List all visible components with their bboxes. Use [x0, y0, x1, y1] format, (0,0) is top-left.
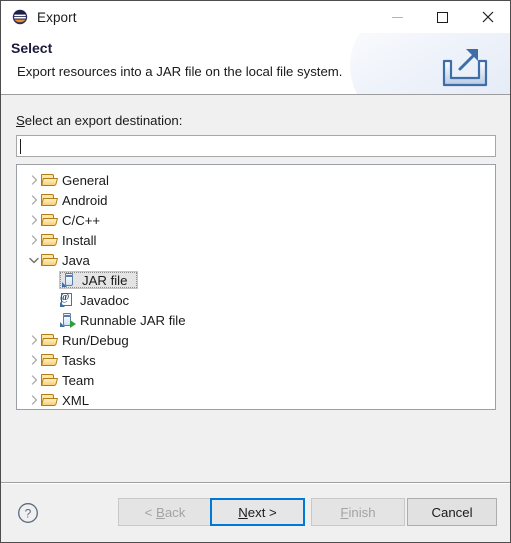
- tree-item-label: XML: [62, 392, 90, 408]
- tree-item-selection: JAR file: [59, 271, 139, 289]
- export-arrow-icon: [430, 41, 496, 91]
- runnable-jar-icon: [59, 312, 77, 328]
- export-destination-tree[interactable]: General Android C/C++ Install Java JAR f…: [16, 164, 496, 410]
- folder-icon: [41, 392, 59, 408]
- folder-icon: [41, 372, 59, 388]
- next-button[interactable]: Next >: [210, 498, 305, 526]
- tree-item-jar-file[interactable]: JAR file: [17, 270, 495, 290]
- tree-item-install[interactable]: Install: [17, 230, 495, 250]
- tree-item-label: Install: [62, 232, 97, 248]
- svg-text:?: ?: [25, 506, 32, 520]
- folder-icon: [41, 192, 59, 208]
- tree-item-label: Runnable JAR file: [80, 312, 186, 328]
- folder-icon: [41, 352, 59, 368]
- folder-icon: [41, 332, 59, 348]
- help-icon[interactable]: ?: [17, 502, 39, 524]
- tree-item-c-cpp[interactable]: C/C++: [17, 210, 495, 230]
- jar-icon: [61, 272, 79, 288]
- window-controls: [375, 1, 510, 33]
- chevron-down-icon[interactable]: [27, 250, 41, 270]
- chevron-right-icon[interactable]: [27, 350, 41, 370]
- tree-item-label: Android: [62, 192, 108, 208]
- tree-item-javadoc[interactable]: @ Javadoc: [17, 290, 495, 310]
- chevron-right-icon[interactable]: [27, 190, 41, 210]
- javadoc-icon: @: [59, 292, 77, 308]
- chevron-right-icon[interactable]: [27, 330, 41, 350]
- tree-item-label: Javadoc: [80, 292, 130, 308]
- chevron-right-icon[interactable]: [27, 390, 41, 409]
- title-bar: Export: [1, 1, 510, 33]
- destination-filter-input[interactable]: [16, 135, 496, 157]
- tree-item-label: Team: [62, 372, 95, 388]
- finish-button[interactable]: Finish: [311, 498, 405, 526]
- finish-button-label: Finish: [340, 504, 376, 520]
- destination-label-mnemonic: S: [16, 113, 25, 128]
- chevron-right-icon[interactable]: [27, 370, 41, 390]
- window-title: Export: [37, 9, 77, 25]
- maximize-icon[interactable]: [420, 1, 465, 33]
- text-caret: [20, 139, 21, 154]
- tree-item-tasks[interactable]: Tasks: [17, 350, 495, 370]
- destination-label-rest: elect an export destination:: [24, 113, 183, 128]
- tree-item-android[interactable]: Android: [17, 190, 495, 210]
- chevron-right-icon[interactable]: [27, 170, 41, 190]
- chevron-right-icon[interactable]: [27, 210, 41, 230]
- tree-item-team[interactable]: Team: [17, 370, 495, 390]
- folder-icon: [41, 172, 59, 188]
- tree-item-label: Run/Debug: [62, 332, 129, 348]
- next-button-label: Next >: [238, 504, 277, 520]
- tree-item-runnable-jar-file[interactable]: Runnable JAR file: [17, 310, 495, 330]
- back-button-label: < Back: [144, 504, 186, 520]
- back-button[interactable]: < Back: [118, 498, 212, 526]
- page-description: Export resources into a JAR file on the …: [17, 64, 343, 79]
- folder-icon: [41, 252, 59, 268]
- folder-icon: [41, 212, 59, 228]
- folder-icon: [41, 232, 59, 248]
- tree-item-general[interactable]: General: [17, 170, 495, 190]
- eclipse-icon: [12, 9, 28, 25]
- dialog-body: Select an export destination: General An…: [1, 95, 510, 483]
- dialog-footer: ? < Back Next > Finish Cancel: [1, 483, 510, 542]
- tree-item-label: JAR file: [82, 272, 128, 288]
- tree-item-label: Tasks: [62, 352, 96, 368]
- tree-item-xml[interactable]: XML: [17, 390, 495, 409]
- chevron-right-icon[interactable]: [27, 230, 41, 250]
- cancel-button-label: Cancel: [431, 504, 473, 520]
- tree-item-run-debug[interactable]: Run/Debug: [17, 330, 495, 350]
- destination-label: Select an export destination:: [16, 113, 182, 128]
- tree-item-label: Java: [62, 252, 90, 268]
- tree-item-java[interactable]: Java: [17, 250, 495, 270]
- tree-item-label: General: [62, 172, 109, 188]
- close-icon[interactable]: [465, 1, 510, 33]
- cancel-button[interactable]: Cancel: [407, 498, 497, 526]
- tree-item-label: C/C++: [62, 212, 101, 228]
- page-title: Select: [11, 40, 53, 56]
- export-dialog: Export Select Export resources into a JA…: [0, 0, 511, 543]
- wizard-header: Select Export resources into a JAR file …: [1, 33, 510, 95]
- minimize-icon[interactable]: [375, 1, 420, 33]
